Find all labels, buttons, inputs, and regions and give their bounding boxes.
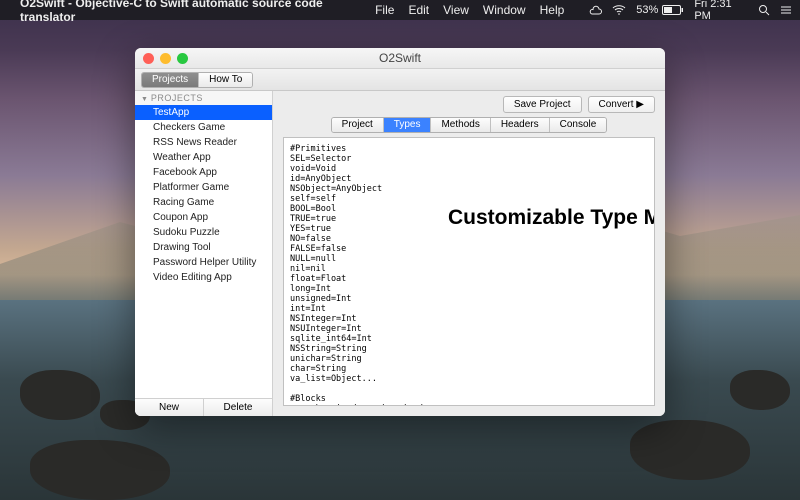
zoom-button[interactable] [177, 53, 188, 64]
delete-button[interactable]: Delete [204, 399, 272, 416]
project-item[interactable]: Racing Game [135, 195, 272, 210]
project-item[interactable]: Checkers Game [135, 120, 272, 135]
project-item[interactable]: RSS News Reader [135, 135, 272, 150]
tab-headers[interactable]: Headers [491, 118, 550, 132]
project-item[interactable]: Password Helper Utility [135, 255, 272, 270]
main-top-bar: Save Project Convert ▶ [273, 91, 665, 117]
menu-window[interactable]: Window [483, 3, 526, 17]
menu-file[interactable]: File [375, 3, 394, 17]
sidebar: PROJECTS TestApp Checkers Game RSS News … [135, 91, 273, 416]
project-item[interactable]: Facebook App [135, 165, 272, 180]
toolbar-tab-projects[interactable]: Projects [142, 73, 199, 87]
clock[interactable]: Fri 2:31 PM [694, 0, 748, 22]
tab-project[interactable]: Project [332, 118, 384, 132]
macos-menubar: O2Swift - Objective-C to Swift automatic… [0, 0, 800, 20]
close-button[interactable] [143, 53, 154, 64]
convert-button[interactable]: Convert ▶ [588, 96, 655, 113]
toolbar-tab-howto[interactable]: How To [199, 73, 252, 87]
cloud-icon[interactable] [588, 5, 602, 15]
type-mappings-editor[interactable]: #Primitives SEL=Selector void=Void id=An… [283, 137, 655, 406]
app-window: O2Swift Projects How To PROJECTS TestApp… [135, 48, 665, 416]
tab-console[interactable]: Console [550, 118, 607, 132]
app-title[interactable]: O2Swift - Objective-C to Swift automatic… [20, 0, 361, 24]
overlay-caption: Customizable Type Mappings! [448, 206, 638, 230]
main-panel: Save Project Convert ▶ Project Types Met… [273, 91, 665, 416]
project-item[interactable]: Video Editing App [135, 270, 272, 285]
menu-help[interactable]: Help [540, 3, 565, 17]
spotlight-icon[interactable] [758, 4, 770, 16]
menu-edit[interactable]: Edit [408, 3, 429, 17]
new-button[interactable]: New [135, 399, 204, 416]
menu-extra-icon[interactable] [780, 4, 792, 16]
project-item[interactable]: Drawing Tool [135, 240, 272, 255]
sidebar-footer: New Delete [135, 398, 272, 416]
project-item[interactable]: Sudoku Puzzle [135, 225, 272, 240]
toolbar: Projects How To [135, 69, 665, 91]
sidebar-section-header[interactable]: PROJECTS [135, 91, 272, 105]
titlebar[interactable]: O2Swift [135, 48, 665, 69]
wifi-icon[interactable] [612, 5, 626, 15]
project-item[interactable]: TestApp [135, 105, 272, 120]
tab-methods[interactable]: Methods [431, 118, 490, 132]
menu-view[interactable]: View [443, 3, 469, 17]
battery-status[interactable]: 53% [636, 4, 684, 16]
tab-types[interactable]: Types [384, 118, 432, 132]
project-item[interactable]: Platformer Game [135, 180, 272, 195]
minimize-button[interactable] [160, 53, 171, 64]
project-item[interactable]: Weather App [135, 150, 272, 165]
save-project-button[interactable]: Save Project [503, 96, 582, 113]
window-title: O2Swift [135, 51, 665, 65]
toolbar-segmented: Projects How To [141, 72, 253, 88]
main-tabs: Project Types Methods Headers Console [331, 117, 608, 133]
project-item[interactable]: Coupon App [135, 210, 272, 225]
projects-list: TestApp Checkers Game RSS News Reader We… [135, 105, 272, 398]
